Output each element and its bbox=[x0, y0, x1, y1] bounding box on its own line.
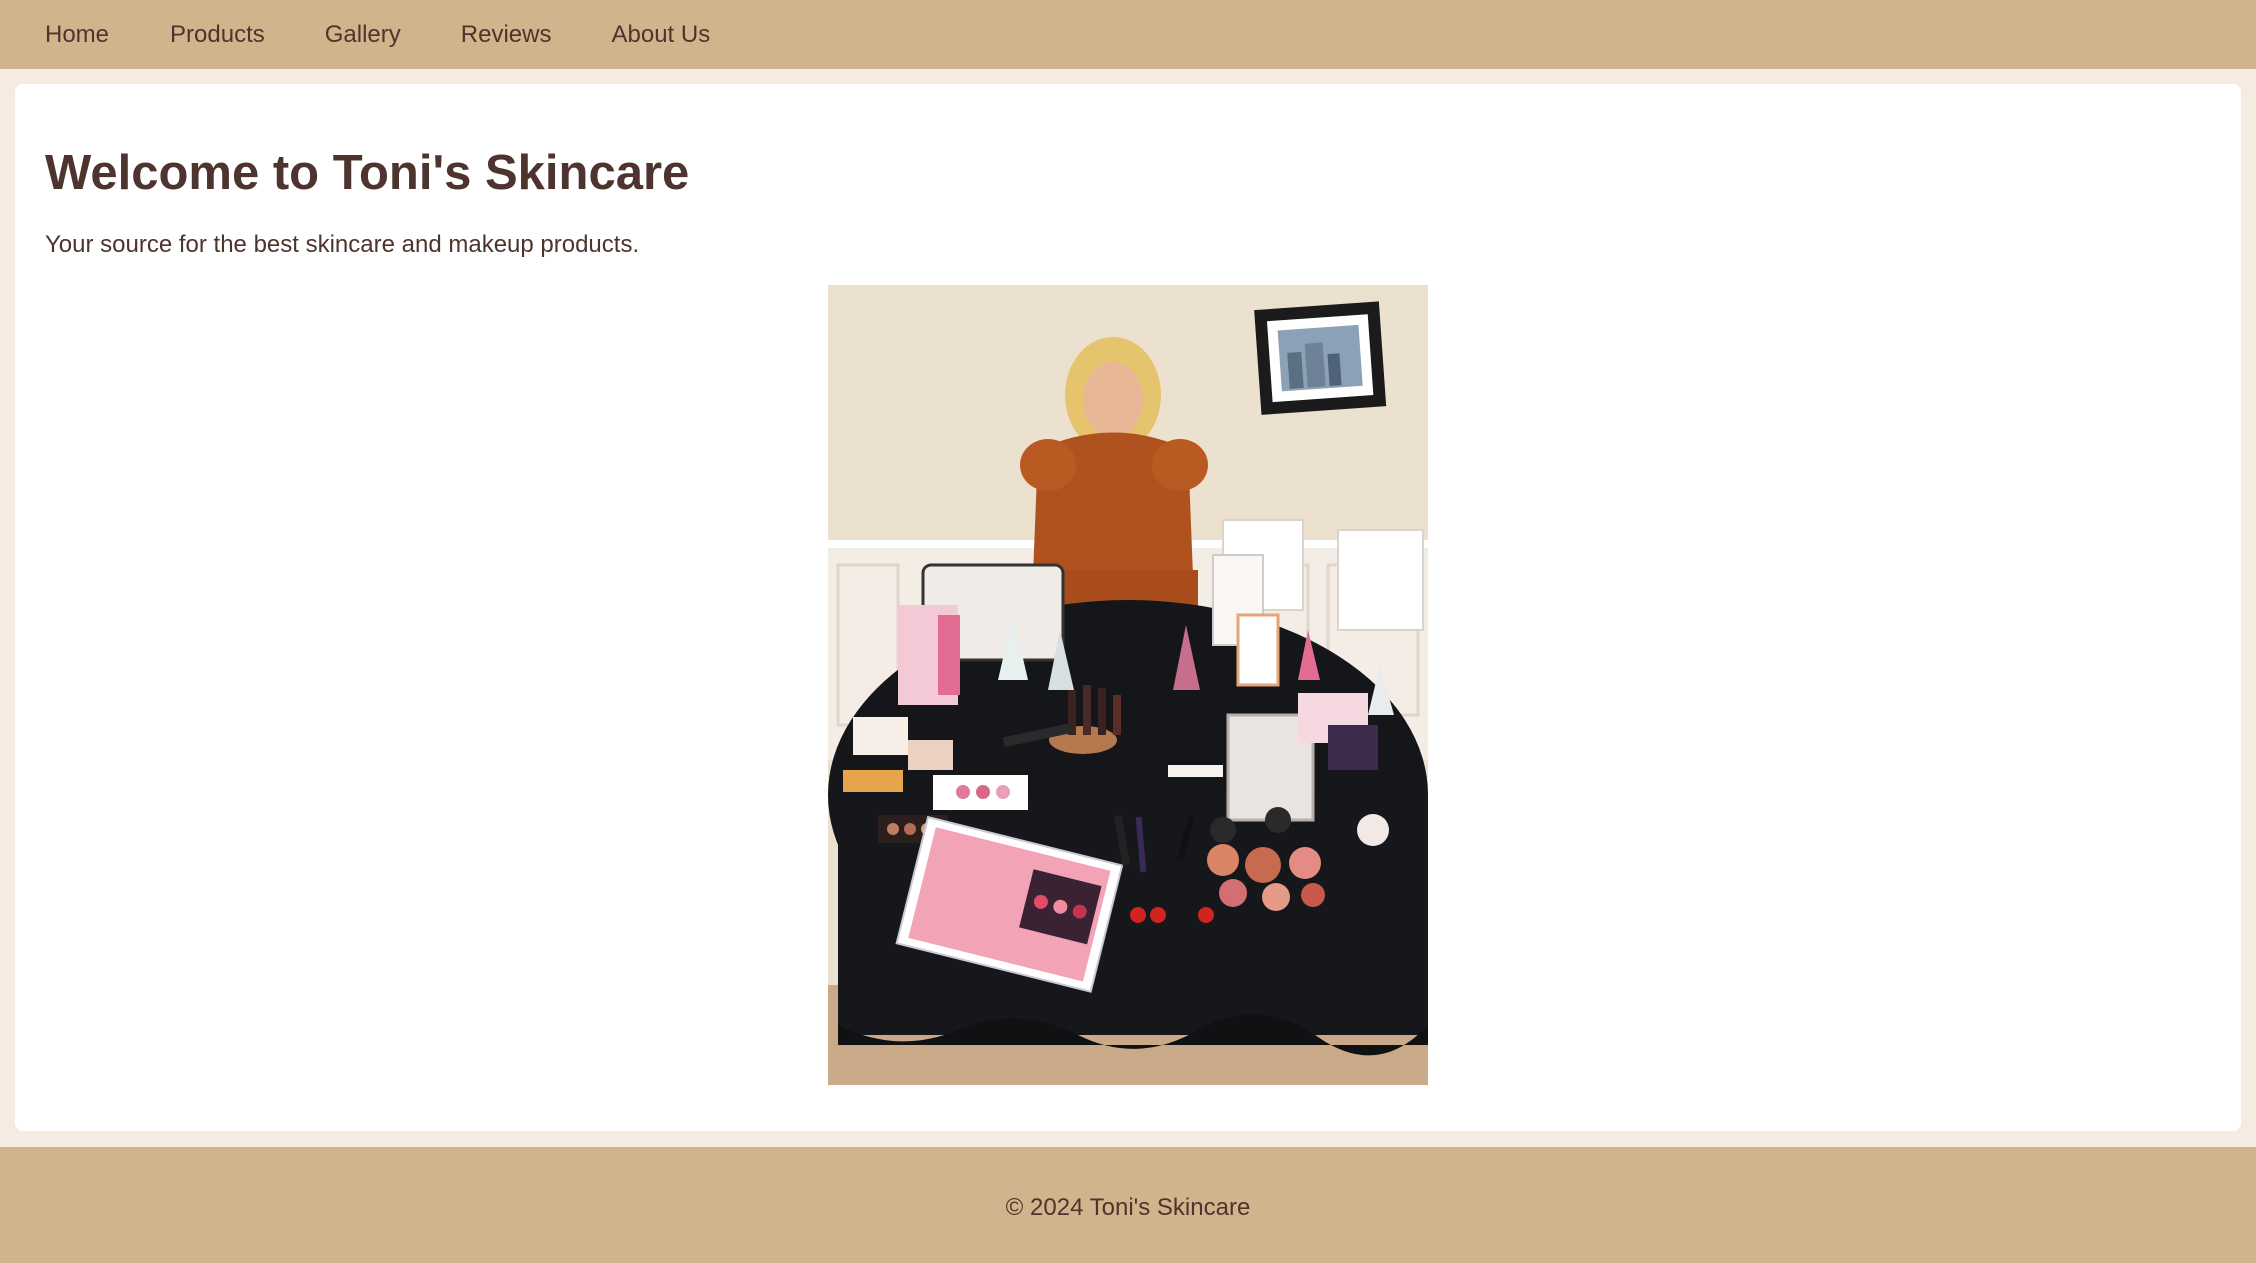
page-title: Welcome to Toni's Skincare bbox=[45, 146, 690, 200]
nav-link-home[interactable]: Home bbox=[0, 0, 140, 69]
nav-link-about-us[interactable]: About Us bbox=[581, 0, 740, 69]
top-navigation: Home Products Gallery Reviews About Us bbox=[0, 0, 2256, 69]
site-footer: © 2024 Toni's Skincare bbox=[0, 1147, 2256, 1263]
product-showcase-photo bbox=[828, 285, 1428, 1085]
page-subtitle: Your source for the best skincare and ma… bbox=[45, 231, 640, 258]
nav-link-products[interactable]: Products bbox=[140, 0, 295, 69]
nav-link-reviews[interactable]: Reviews bbox=[431, 0, 582, 69]
nav-link-gallery[interactable]: Gallery bbox=[295, 0, 431, 69]
welcome-section: Welcome to Toni's Skincare Your source f… bbox=[15, 84, 2241, 1131]
footer-copyright: © 2024 Toni's Skincare bbox=[1005, 1194, 1251, 1221]
